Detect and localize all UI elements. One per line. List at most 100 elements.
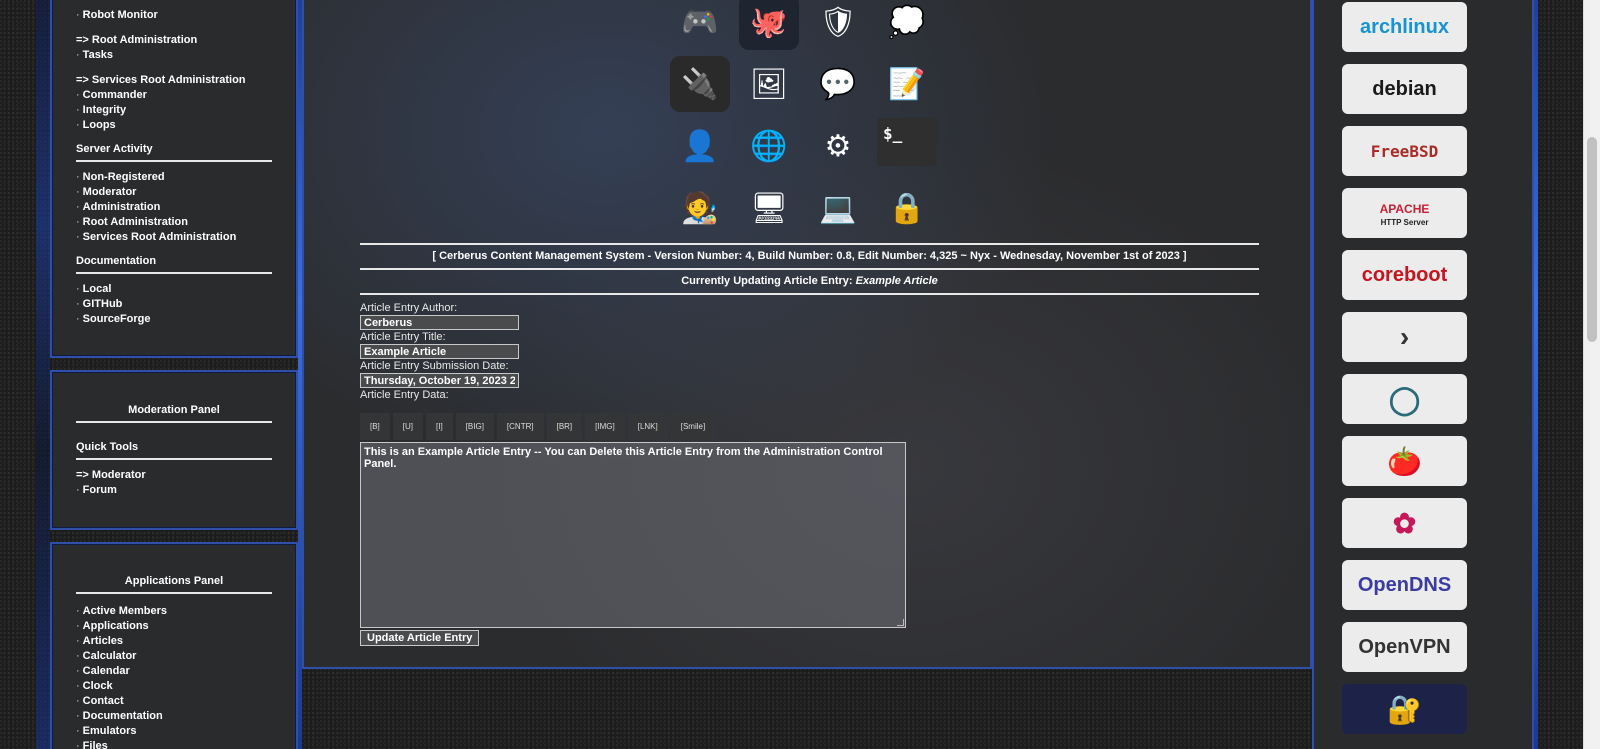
monitor-icon[interactable]: 🖥 bbox=[739, 180, 799, 236]
main-content: 🎮 🐙 🛡 💭 🔌 🖼 💬 📝 👤 🌐 ⚙ $_ 🧑‍🎨 🖥 💻 🔒 [ Cerberus Content M… bbox=[302, 0, 1312, 669]
bullet: · bbox=[76, 313, 80, 325]
server-activity-root-administration[interactable]: · Root Administration bbox=[76, 215, 272, 230]
date-field[interactable] bbox=[360, 373, 519, 388]
moderation-links: => Moderator · Forum bbox=[76, 468, 272, 498]
nav-robot-monitor[interactable]: · Robot Monitor bbox=[76, 8, 272, 23]
prompt-badge-label: › bbox=[1399, 321, 1410, 352]
moderation-forum[interactable]: · Forum bbox=[76, 483, 272, 498]
bullet: · bbox=[76, 620, 80, 632]
toolbar-b-button[interactable]: [B] bbox=[360, 413, 390, 440]
server-activity-administration[interactable]: · Administration bbox=[76, 200, 272, 215]
root-administration-header-link[interactable]: => Root Administration bbox=[76, 33, 272, 48]
app-calculator[interactable]: · Calculator bbox=[76, 649, 272, 664]
nav-integrity[interactable]: · Integrity bbox=[76, 103, 272, 118]
scrollbar-thumb[interactable] bbox=[1587, 137, 1597, 342]
terminal-icon[interactable]: $_ bbox=[877, 118, 937, 166]
opendns-badge[interactable]: OpenDNS bbox=[1342, 560, 1467, 610]
toolbar-big-button[interactable]: [BIG] bbox=[455, 413, 494, 440]
server-activity-moderator[interactable]: · Moderator bbox=[76, 185, 272, 200]
update-article-button[interactable]: Update Article Entry bbox=[360, 630, 480, 646]
app-calendar[interactable]: · Calendar bbox=[76, 664, 272, 679]
archlinux-badge[interactable]: archlinux bbox=[1342, 2, 1467, 52]
freebsd-badge[interactable]: FreeBSD bbox=[1342, 126, 1467, 176]
app-emulators-label: Emulators bbox=[82, 725, 137, 737]
opendns-badge-label: OpenDNS bbox=[1357, 573, 1452, 596]
app-emulators[interactable]: · Emulators bbox=[76, 724, 272, 739]
apache-subtitle: HTTP Server bbox=[1380, 217, 1429, 227]
divider bbox=[360, 268, 1259, 270]
app-active-members-label: Active Members bbox=[82, 605, 168, 617]
server-activity-administration-label: Administration bbox=[82, 201, 161, 213]
app-clock[interactable]: · Clock bbox=[76, 679, 272, 694]
photos-icon[interactable]: 🖼 bbox=[739, 56, 799, 112]
app-applications[interactable]: · Applications bbox=[76, 619, 272, 634]
formatting-toolbar: [B] [U] [I] [BIG] [CNTR] [BR] [IMG] [LNK] [Smile… bbox=[360, 413, 920, 440]
author-field[interactable] bbox=[360, 315, 519, 330]
network-icon[interactable]: 🌐 bbox=[739, 118, 799, 174]
divider bbox=[360, 293, 1259, 295]
apache-badge[interactable]: APACHE HTTP Server bbox=[1342, 188, 1467, 238]
notepad-icon[interactable]: 📝 bbox=[877, 56, 937, 112]
remote-desktop-icon[interactable]: 💻 bbox=[808, 180, 868, 236]
app-articles[interactable]: · Articles bbox=[76, 634, 272, 649]
moderator-link[interactable]: => Moderator bbox=[76, 468, 272, 483]
server-activity-services-root-administration[interactable]: · Services Root Administration bbox=[76, 230, 272, 245]
app-files[interactable]: · Files bbox=[76, 739, 272, 749]
security-badge-icon[interactable]: 🛡 bbox=[808, 0, 868, 50]
chat-bubble-icon[interactable]: 💭 bbox=[877, 0, 937, 50]
gamepad-icon[interactable]: 🎮 bbox=[670, 0, 730, 50]
lxc-badge-label: ◯ bbox=[1388, 383, 1421, 415]
nav-integrity-label: Integrity bbox=[82, 104, 127, 116]
prompt-badge[interactable]: › bbox=[1342, 312, 1467, 362]
app-calculator-label: Calculator bbox=[82, 650, 137, 662]
lock-icon[interactable]: 🔒 bbox=[877, 180, 937, 236]
toolbar-cntr-button[interactable]: [CNTR] bbox=[496, 413, 544, 440]
date-label: Article Entry Submission Date: bbox=[360, 360, 509, 372]
documentation-local[interactable]: · Local bbox=[76, 282, 272, 297]
toolbar-lnk-button[interactable]: [LNK] bbox=[627, 413, 668, 440]
tomato-badge[interactable]: 🍅 bbox=[1342, 436, 1467, 486]
settings-gear-icon[interactable]: ⚙ bbox=[808, 118, 868, 174]
nav-loops[interactable]: · Loops bbox=[76, 118, 272, 133]
nav-tasks[interactable]: · Tasks bbox=[76, 48, 272, 63]
page-scrollbar[interactable] bbox=[1583, 0, 1600, 749]
quick-tools-title: Quick Tools bbox=[76, 441, 272, 460]
bullet: · bbox=[76, 695, 80, 707]
lxc-badge[interactable]: ◯ bbox=[1342, 374, 1467, 424]
app-active-members[interactable]: · Active Members bbox=[76, 604, 272, 619]
bullet: · bbox=[76, 171, 80, 183]
toolbar-img-button[interactable]: [IMG] bbox=[585, 413, 625, 440]
bullet: · bbox=[76, 216, 80, 228]
server-activity-non-registered[interactable]: · Non-Registered bbox=[76, 170, 272, 185]
user-icon[interactable]: 👤 bbox=[670, 118, 730, 174]
desktop-user-icon[interactable]: 🧑‍🎨 bbox=[670, 180, 730, 236]
nav-commander[interactable]: · Commander bbox=[76, 88, 272, 103]
resize-handle[interactable] bbox=[897, 619, 904, 626]
openvpn-badge[interactable]: OpenVPN bbox=[1342, 622, 1467, 672]
article-body-textarea[interactable]: This is an Example Article Entry -- You … bbox=[360, 442, 906, 628]
app-documentation[interactable]: · Documentation bbox=[76, 709, 272, 724]
debian-badge[interactable]: debian bbox=[1342, 64, 1467, 114]
toolbar-i-button[interactable]: [I] bbox=[426, 413, 453, 440]
lotus-badge[interactable]: ✿ bbox=[1342, 498, 1467, 548]
services-root-administration-header-link[interactable]: => Services Root Administration bbox=[76, 73, 272, 88]
toolbar-br-button[interactable]: [BR] bbox=[546, 413, 583, 440]
applications-panel-title: Applications Panel bbox=[76, 575, 272, 594]
app-contact[interactable]: · Contact bbox=[76, 694, 272, 709]
documentation-sourceforge[interactable]: · SourceForge bbox=[76, 312, 272, 327]
documentation-github[interactable]: · GITHub bbox=[76, 297, 272, 312]
coreboot-badge[interactable]: coreboot bbox=[1342, 250, 1467, 300]
toolbar-smile-button[interactable]: [Smile] bbox=[670, 413, 716, 440]
documentation-local-label: Local bbox=[82, 283, 112, 295]
power-socket-icon[interactable]: 🔌 bbox=[670, 56, 730, 112]
title-field[interactable] bbox=[360, 344, 519, 359]
services-root-administration-header-label: => Services Root Administration bbox=[76, 74, 246, 86]
toolbar-u-button[interactable]: [U] bbox=[392, 413, 424, 440]
github-icon[interactable]: 🐙 bbox=[739, 0, 799, 50]
security-tool-badge[interactable]: 🔐 bbox=[1342, 684, 1467, 734]
bullet: · bbox=[76, 605, 80, 617]
moderator-link-label: => Moderator bbox=[76, 469, 146, 481]
messages-icon[interactable]: 💬 bbox=[808, 56, 868, 112]
article-body-text: This is an Example Article Entry -- You … bbox=[364, 446, 883, 470]
